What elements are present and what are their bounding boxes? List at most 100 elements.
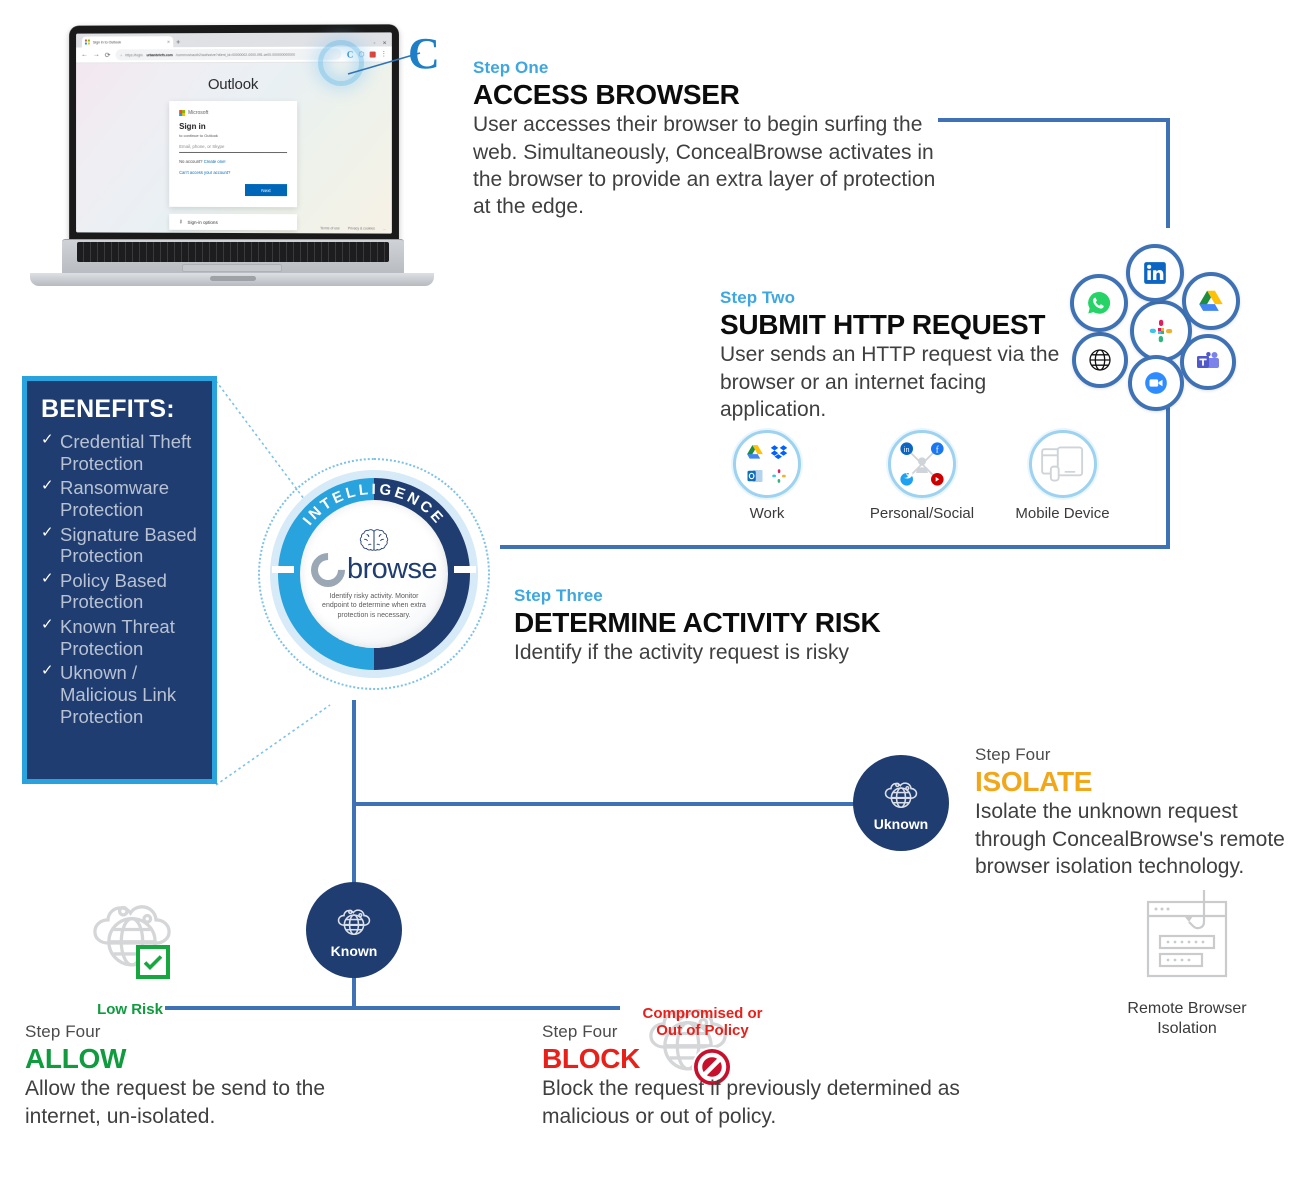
connector-step-one-vertical	[1166, 118, 1170, 228]
browse-logo: browse	[311, 553, 437, 587]
benefit-label: Policy Based Protection	[60, 570, 167, 613]
no-account-text: No account?	[179, 159, 202, 164]
signin-heading: Sign in	[179, 122, 287, 131]
outlook-icon	[745, 466, 765, 486]
remote-browser-isolation-icon	[1132, 888, 1242, 986]
url-prefix: https://login.	[125, 53, 143, 57]
check-icon: ✓	[41, 477, 54, 495]
google-drive-icon	[1198, 289, 1224, 313]
infographic-canvas: Sign in to Outlook ✕ + ▫ ✕ ← → ⟳ ⌕ ht	[0, 0, 1313, 1179]
conceal-c-icon	[304, 546, 352, 594]
social-network-icon: in f	[895, 437, 949, 491]
no-account-row: No account? Create one!	[179, 159, 287, 164]
app-bubble-globe[interactable]	[1072, 332, 1128, 388]
concealbrowse-core-badge: INTELLIGENCE POLICY browse Identify risk…	[258, 458, 490, 690]
check-icon: ✓	[41, 570, 54, 588]
step-three-eyebrow: Step Three	[514, 586, 934, 606]
benefit-item: ✓Uknown / Malicious Link Protection	[41, 662, 200, 727]
back-icon[interactable]: ←	[81, 51, 88, 58]
terms-link[interactable]: Terms of use	[320, 226, 340, 230]
benefits-heading: BENEFITS:	[41, 395, 200, 424]
step-two-body: User sends an HTTP request via the brows…	[720, 341, 1065, 423]
benefit-item: ✓ Policy Based Protection	[41, 570, 200, 613]
minimize-icon[interactable]: ▫	[374, 40, 376, 46]
step-two-title: SUBMIT HTTP REQUEST	[720, 309, 1065, 340]
next-button[interactable]: Next	[245, 184, 287, 196]
laptop-keyboard	[77, 242, 389, 262]
connector-bus-to-unknown	[352, 802, 858, 806]
step-two-eyebrow: Step Two	[720, 288, 1065, 308]
globe-icon	[1087, 347, 1113, 373]
signin-options-button[interactable]: ⚷ Sign-in options	[169, 214, 297, 230]
reload-icon[interactable]: ⟳	[105, 51, 111, 59]
category-mobile-device: Mobile Device	[1000, 430, 1125, 522]
svg-text:in: in	[904, 445, 910, 454]
cloud-globe-icon	[879, 774, 923, 814]
browser-tab[interactable]: Sign in to Outlook ✕	[82, 36, 173, 47]
allow-body: Allow the request be send to the interne…	[25, 1075, 345, 1130]
laptop-front-notch	[210, 276, 256, 281]
signin-options-label: Sign-in options	[187, 219, 217, 224]
new-tab-button[interactable]: +	[176, 39, 180, 47]
remote-browser-isolation: Remote Browser Isolation	[1097, 888, 1277, 1039]
category-work-label: Work	[724, 505, 810, 522]
isolate-body: Isolate the unknown request through Conc…	[975, 798, 1285, 880]
window-close-icon[interactable]: ✕	[383, 40, 387, 46]
category-personal-social: in f Personal/Social	[852, 430, 992, 522]
dropbox-icon	[769, 442, 789, 462]
cant-access-link[interactable]: Can't access your account?	[179, 170, 230, 175]
privacy-link[interactable]: Privacy & cookies	[348, 226, 375, 230]
step-three-title: DETERMINE ACTIVITY RISK	[514, 607, 934, 638]
search-icon: ⌕	[120, 53, 122, 57]
benefit-item: ✓ Ransomware Protection	[41, 477, 200, 520]
badge-tagline: Identify risky activity. Monitor endpoin…	[318, 592, 430, 620]
benefit-item: ✓Credential Theft Protection	[41, 431, 200, 474]
app-bubble-linkedin[interactable]	[1126, 244, 1184, 302]
block-title: BLOCK	[542, 1043, 982, 1074]
check-icon: ✓	[41, 524, 54, 542]
brain-icon	[355, 528, 393, 554]
footer-dots[interactable]: ...	[383, 227, 386, 231]
node-known: Known	[306, 882, 402, 978]
step-two-block: Step Two SUBMIT HTTP REQUEST User sends …	[720, 288, 1065, 423]
create-account-link[interactable]: Create one!	[204, 159, 226, 164]
app-bubble-whatsapp[interactable]	[1070, 274, 1128, 332]
badge-ring-gap-right	[454, 566, 476, 573]
benefits-list: ✓Credential Theft Protection ✓Ransomware…	[41, 431, 200, 727]
browse-wordmark: browse	[347, 553, 437, 586]
app-bubble-google-drive[interactable]	[1182, 272, 1240, 330]
benefit-label: Ransomware Protection	[60, 477, 169, 520]
node-unknown-label: Uknown	[874, 816, 928, 832]
benefit-label: Known Threat Protection	[60, 616, 175, 659]
concealbrowse-callout-logo: C	[408, 32, 440, 76]
window-controls: ▫ ✕	[374, 40, 392, 46]
mobile-device-icon	[1040, 444, 1086, 484]
microsoft-logo-icon	[85, 40, 90, 45]
app-bubble-zoom[interactable]	[1128, 355, 1184, 411]
allow-eyebrow: Step Four	[25, 1022, 345, 1042]
category-personal-circle: in f	[888, 430, 956, 498]
email-field[interactable]: Email, phone, or Skype	[179, 138, 287, 153]
address-bar[interactable]: ⌕ https://login.urbanbriefs.com/common/o…	[115, 49, 341, 61]
app-bubble-teams[interactable]	[1180, 334, 1236, 390]
step-one-eyebrow: Step One	[473, 58, 943, 78]
node-known-label: Known	[331, 943, 378, 959]
connector-step-one-horizontal	[938, 118, 1170, 122]
block-eyebrow: Step Four	[542, 1022, 982, 1042]
whatsapp-icon	[1085, 289, 1113, 317]
brand-label: Microsoft	[188, 110, 208, 116]
key-icon: ⚷	[179, 219, 182, 225]
zoom-icon	[1143, 370, 1169, 396]
microsoft-teams-icon	[1195, 350, 1221, 374]
connector-step-two-vertical	[1166, 400, 1170, 548]
isolate-eyebrow: Step Four	[975, 745, 1285, 765]
benefit-item: ✓Known Threat Protection	[41, 616, 200, 659]
benefit-label: Credential Theft Protection	[60, 431, 191, 474]
close-icon[interactable]: ✕	[167, 39, 170, 44]
isolate-title: ISOLATE	[975, 766, 1285, 797]
allow-title: ALLOW	[25, 1043, 345, 1074]
low-risk-label: Low Risk	[70, 1001, 190, 1018]
cloud-globe-icon	[332, 901, 376, 941]
forward-icon[interactable]: →	[93, 51, 100, 58]
badge-ring-gap-left	[272, 566, 294, 573]
